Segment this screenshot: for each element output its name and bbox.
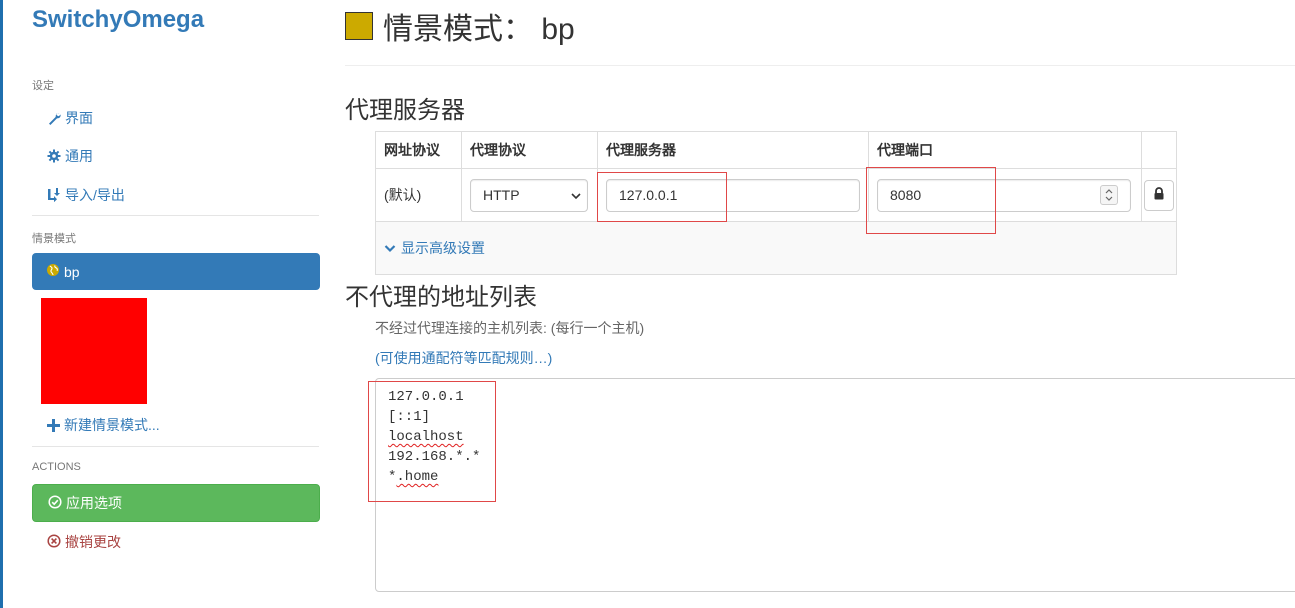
proxy-server-input[interactable]: 127.0.0.1 (606, 178, 860, 212)
new-profile-link[interactable]: 新建情景模式... (47, 415, 160, 435)
plus-icon (47, 418, 60, 432)
bypass-line: 192.168.*.* (388, 449, 481, 465)
sidebar-divider (32, 446, 319, 447)
show-advanced-label: 显示高级设置 (401, 240, 485, 256)
auth-lock-button[interactable] (1144, 179, 1174, 211)
proxy-servers-table: 网址协议 代理协议 代理服务器 代理端口 (默认) HTTP 127.0.0.1 (375, 131, 1177, 275)
sidebar-item-import-export[interactable]: 导入/导出 (47, 185, 125, 205)
sidebar-item-general[interactable]: 通用 (47, 146, 93, 166)
lock-icon (1153, 187, 1165, 203)
x-circle-icon (47, 533, 61, 551)
check-circle-icon (48, 494, 62, 512)
port-spinner[interactable] (1100, 185, 1118, 205)
chevron-down-icon (384, 240, 396, 256)
sidebar-item-interface[interactable]: 界面 (47, 108, 93, 128)
window-left-edge (0, 0, 3, 608)
discard-label: 撤销更改 (65, 534, 121, 550)
profile-color-swatch[interactable] (345, 12, 373, 40)
bypass-line: *.home (388, 467, 1292, 487)
proxy-port-input[interactable]: 8080 (877, 178, 1131, 212)
port-value: 8080 (890, 187, 922, 203)
sidebar-item-label: 导入/导出 (65, 187, 125, 203)
bypass-line: 127.0.0.1 (388, 389, 464, 405)
scheme-cell: (默认) (375, 168, 462, 222)
settings-header: 设定 (32, 80, 54, 92)
gear-icon (47, 149, 61, 163)
discard-button[interactable]: 撤销更改 (47, 532, 121, 552)
table-row: (默认) HTTP 127.0.0.1 8080 (375, 168, 1177, 222)
profile-label: bp (64, 263, 80, 280)
column-header-actions (1141, 131, 1177, 169)
profiles-header: 情景模式 (32, 233, 76, 245)
redacted-area (41, 298, 147, 404)
wildcard-rules-link[interactable]: (可使用通配符等匹配规则…) (375, 348, 552, 368)
sidebar-divider (32, 215, 319, 216)
bypass-list-textarea[interactable]: 127.0.0.1 [::1] localhost 192.168.*.* *.… (375, 378, 1295, 592)
new-profile-label: 新建情景模式... (64, 417, 160, 433)
column-header-protocol: 代理协议 (461, 131, 598, 169)
import-export-icon (47, 188, 61, 202)
globe-icon (46, 263, 60, 280)
header-divider (345, 65, 1295, 66)
proxy-section-title: 代理服务器 (345, 97, 465, 124)
column-header-server: 代理服务器 (597, 131, 869, 169)
bypass-section-title: 不代理的地址列表 (345, 284, 537, 311)
chevron-down-icon (571, 187, 581, 203)
apply-button[interactable]: 应用选项 (32, 484, 320, 522)
page-title: 情景模式： bp (383, 13, 575, 46)
actions-header: ACTIONS (32, 461, 81, 473)
wrench-icon (47, 111, 61, 125)
bypass-line: localhost (388, 429, 464, 445)
page-header: 情景模式： bp (345, 4, 575, 48)
sidebar-item-label: 界面 (65, 110, 93, 126)
bypass-line-text: *.home (388, 469, 439, 485)
bypass-help-text: 不经过代理连接的主机列表: (每行一个主机) (375, 320, 645, 336)
apply-label: 应用选项 (66, 495, 122, 511)
protocol-value: HTTP (483, 187, 520, 203)
show-advanced-link[interactable]: 显示高级设置 (384, 238, 1168, 258)
column-header-scheme: 网址协议 (375, 131, 462, 169)
sidebar-item-profile-bp[interactable]: bp (32, 253, 320, 290)
app-brand[interactable]: SwitchyOmega (32, 6, 204, 34)
column-header-port: 代理端口 (868, 131, 1142, 169)
sidebar-item-label: 通用 (65, 148, 93, 164)
advanced-row: 显示高级设置 (375, 221, 1177, 275)
bypass-line: [::1] (388, 409, 431, 425)
protocol-select[interactable]: HTTP (470, 178, 588, 212)
